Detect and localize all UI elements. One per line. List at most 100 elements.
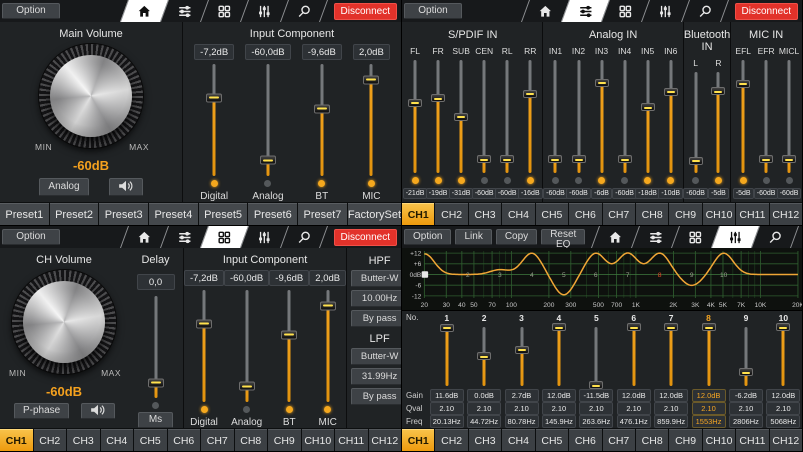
eq-gain-slider[interactable] <box>440 327 454 387</box>
preset-button[interactable]: Preset5 <box>199 203 248 225</box>
freq-value[interactable]: 145.9Hz <box>542 415 576 428</box>
freq-value[interactable]: 2806Hz <box>729 415 763 428</box>
freq-value[interactable]: 263.6Hz <box>579 415 613 428</box>
qval-value[interactable]: 2.10 <box>766 402 800 415</box>
channel-tab[interactable]: CH6 <box>168 429 201 451</box>
gain-slider[interactable] <box>196 290 212 402</box>
band-number-cell[interactable]: 8 <box>690 313 727 323</box>
slider-thumb[interactable] <box>664 88 678 96</box>
gain-slider[interactable] <box>711 72 725 173</box>
slider-thumb[interactable] <box>664 323 678 331</box>
slider-thumb[interactable] <box>739 368 753 376</box>
gain-value[interactable]: 11.6dB <box>430 389 464 402</box>
delay-unit-button[interactable]: Ms <box>138 412 173 428</box>
gain-value[interactable]: 12.0dB <box>654 389 688 402</box>
preset-button[interactable]: Preset3 <box>99 203 148 225</box>
mute-button[interactable] <box>81 403 115 419</box>
gain-value[interactable]: 12.0dB <box>542 389 576 402</box>
band-number-cell[interactable]: 6 <box>615 313 652 323</box>
slider-thumb[interactable] <box>776 323 790 331</box>
slider-thumb[interactable] <box>477 155 491 163</box>
slider-value-badge[interactable]: -60,0dB <box>245 44 290 60</box>
channel-tab[interactable]: CH5 <box>536 429 568 451</box>
channel-tab[interactable]: CH4 <box>502 203 534 225</box>
channel-tab[interactable]: CH6 <box>569 203 601 225</box>
channel-tab[interactable]: CH3 <box>469 429 501 451</box>
lpf-type-button[interactable]: Butter-W <box>351 348 402 365</box>
lpf-bypass-button[interactable]: By pass <box>351 388 402 405</box>
slider-thumb[interactable] <box>589 381 603 389</box>
slider-value-badge[interactable]: -9,6dB <box>269 270 309 286</box>
slider-value-badge[interactable]: -7,2dB <box>184 270 224 286</box>
phase-button[interactable]: P-phase <box>14 403 69 419</box>
slider-thumb[interactable] <box>552 323 566 331</box>
hpf-type-button[interactable]: Butter-W <box>351 270 402 287</box>
slider-value-badge[interactable]: -9,6dB <box>302 44 342 60</box>
option-button[interactable]: Option <box>2 229 60 245</box>
channel-tab[interactable]: CH10 <box>703 429 735 451</box>
gain-slider[interactable] <box>618 60 632 173</box>
slider-thumb[interactable] <box>702 323 716 331</box>
disconnect-button[interactable]: Disconnect <box>334 229 397 246</box>
eq-gain-slider[interactable] <box>477 327 491 387</box>
qval-value[interactable]: 2.10 <box>505 402 539 415</box>
tab-search[interactable] <box>751 226 799 248</box>
option-button[interactable]: Option <box>2 3 60 19</box>
channel-tab[interactable]: CH11 <box>736 203 768 225</box>
slider-thumb[interactable] <box>314 104 330 113</box>
slider-thumb[interactable] <box>572 155 586 163</box>
gain-value[interactable]: 12.0dB <box>766 389 800 402</box>
gain-slider[interactable] <box>736 60 750 173</box>
gain-slider[interactable] <box>523 60 537 173</box>
tab-search[interactable] <box>681 0 729 22</box>
preset-button[interactable]: Preset7 <box>298 203 347 225</box>
gain-slider[interactable] <box>454 60 468 173</box>
freq-value[interactable]: 80.78Hz <box>505 415 539 428</box>
eq-gain-slider[interactable] <box>739 327 753 387</box>
slider-thumb[interactable] <box>595 79 609 87</box>
channel-tab[interactable]: CH8 <box>636 203 668 225</box>
channel-tab[interactable]: CH7 <box>603 429 635 451</box>
slider-thumb[interactable] <box>618 155 632 163</box>
slider-thumb[interactable] <box>408 99 422 107</box>
gain-slider[interactable] <box>239 290 255 402</box>
gain-value[interactable]: 0.0dB <box>467 389 501 402</box>
gain-slider[interactable] <box>500 60 514 173</box>
band-number-cell[interactable]: 9 <box>727 313 764 323</box>
slider-thumb[interactable] <box>281 330 297 339</box>
channel-tab[interactable]: CH5 <box>536 203 568 225</box>
eq-gain-slider[interactable] <box>776 327 790 387</box>
slider-thumb[interactable] <box>523 90 537 98</box>
gain-slider[interactable] <box>206 64 222 176</box>
slider-thumb[interactable] <box>627 323 641 331</box>
gain-slider[interactable] <box>408 60 422 173</box>
channel-tab[interactable]: CH9 <box>268 429 301 451</box>
channel-tab[interactable]: CH4 <box>502 429 534 451</box>
channel-tab[interactable]: CH11 <box>335 429 368 451</box>
link-button[interactable]: Link <box>455 229 491 245</box>
qval-value[interactable]: 2.10 <box>467 402 501 415</box>
option-button[interactable]: Option <box>404 3 462 19</box>
channel-tab[interactable]: CH2 <box>435 429 467 451</box>
slider-thumb[interactable] <box>782 155 796 163</box>
gain-slider[interactable] <box>641 60 655 173</box>
preset-button[interactable]: Preset2 <box>50 203 99 225</box>
channel-tab[interactable]: CH12 <box>770 429 802 451</box>
gain-slider[interactable] <box>477 60 491 173</box>
freq-value[interactable]: 20.13Hz <box>430 415 464 428</box>
gain-value[interactable]: -11.5dB <box>579 389 613 402</box>
channel-tab[interactable]: CH11 <box>736 429 768 451</box>
slider-thumb[interactable] <box>500 155 514 163</box>
delay-value[interactable]: 0,0 <box>137 274 175 290</box>
gain-value[interactable]: -6.2dB <box>729 389 763 402</box>
preset-button[interactable]: FactorySet <box>348 203 401 225</box>
slider-value-badge[interactable]: -60,0dB <box>224 270 269 286</box>
channel-tab[interactable]: CH1 <box>0 429 33 451</box>
band-number-cell[interactable]: 4 <box>540 313 577 323</box>
qval-value[interactable]: 2.10 <box>654 402 688 415</box>
slider-thumb[interactable] <box>260 156 276 165</box>
eq-gain-slider[interactable] <box>552 327 566 387</box>
slider-thumb[interactable] <box>363 75 379 84</box>
slider-thumb[interactable] <box>196 319 212 328</box>
hpf-bypass-button[interactable]: By pass <box>351 310 402 327</box>
